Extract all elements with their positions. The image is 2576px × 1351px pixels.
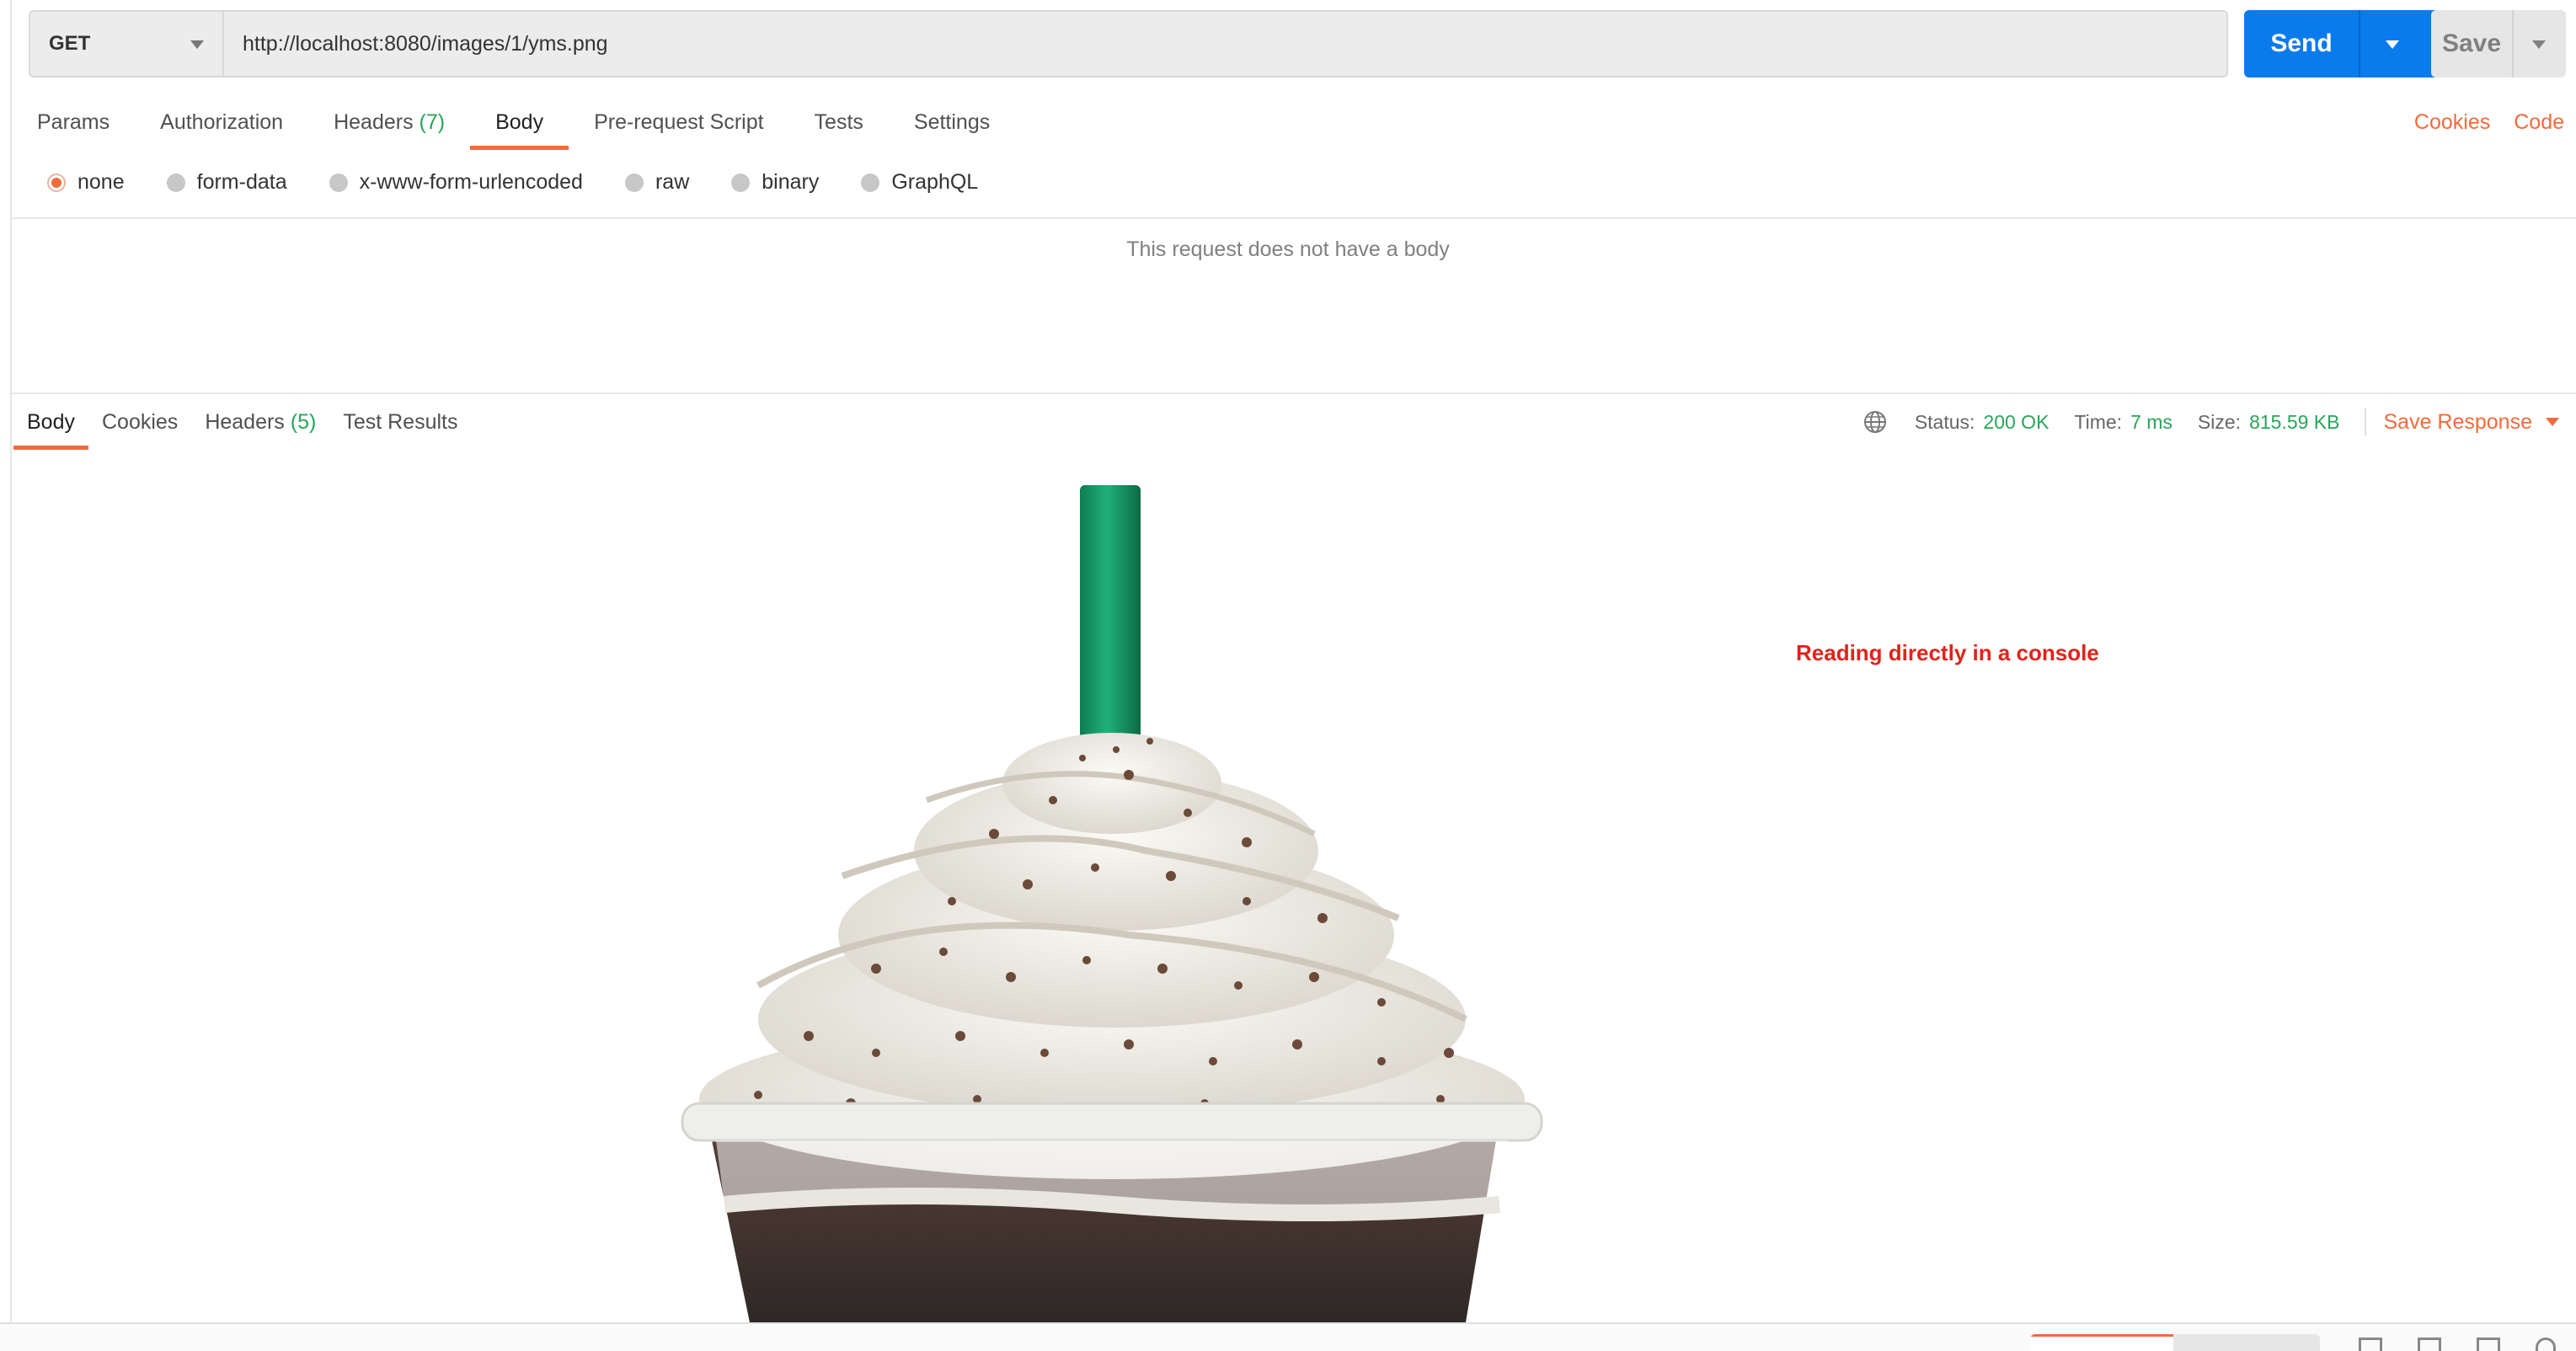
meta-separator — [2365, 408, 2367, 436]
divider — [12, 217, 2576, 219]
response-image-preview — [681, 485, 1543, 1322]
radio-binary-label: binary — [762, 170, 820, 194]
radio-unselected-icon — [624, 173, 644, 192]
response-meta: Status: 200 OK Time: 7 ms Size: 815.59 K… — [1863, 408, 2576, 436]
radio-unselected-icon — [861, 173, 880, 192]
size-value[interactable]: 815.59 KB — [2249, 411, 2339, 434]
chevron-down-icon — [190, 40, 204, 49]
radio-urlencoded[interactable]: x-www-form-urlencoded — [329, 170, 583, 195]
radio-none[interactable]: none — [47, 170, 125, 195]
bottom-status-bar — [0, 1322, 2576, 1351]
tab-headers-label: Headers — [334, 110, 414, 134]
browse-mode-tab[interactable] — [2173, 1334, 2320, 1351]
two-pane-icon[interactable] — [2418, 1338, 2441, 1351]
response-tabs: Body Cookies Headers (5) Test Results — [13, 408, 485, 450]
help-icon[interactable] — [2536, 1338, 2556, 1351]
time-label: Time: — [2074, 410, 2123, 433]
radio-form-data-label: form-data — [196, 170, 287, 194]
send-button-group: Send — [2244, 10, 2457, 77]
radio-raw-label: raw — [655, 170, 690, 194]
build-mode-tab[interactable] — [2030, 1334, 2173, 1351]
request-right-links: Cookies Code — [2414, 108, 2564, 136]
layout-icon[interactable] — [2359, 1338, 2382, 1351]
tab-prerequest-script[interactable]: Pre-request Script — [594, 108, 763, 150]
divider — [12, 392, 2576, 394]
response-tab-body-label: Body — [27, 410, 75, 434]
tab-body-label: Body — [495, 110, 544, 134]
save-response-button[interactable]: Save Response — [2383, 410, 2532, 435]
response-tab-body[interactable]: Body — [13, 408, 88, 450]
response-tab-cookies-label: Cookies — [101, 410, 179, 434]
code-link[interactable]: Code — [2514, 108, 2564, 136]
save-button[interactable]: Save — [2431, 10, 2514, 77]
no-body-message: This request does not have a body — [0, 238, 2576, 262]
radio-unselected-icon — [166, 173, 185, 192]
radio-graphql[interactable]: GraphQL — [861, 170, 978, 195]
globe-icon[interactable] — [1863, 409, 1888, 435]
left-rail — [0, 0, 12, 1351]
method-label: GET — [49, 32, 91, 55]
response-tab-headers-label: Headers — [205, 410, 285, 434]
radio-graphql-label: GraphQL — [891, 170, 979, 194]
tab-params[interactable]: Params — [37, 108, 110, 150]
tab-params-label: Params — [37, 110, 110, 134]
response-tab-cookies[interactable]: Cookies — [102, 408, 178, 450]
request-tabs: Params Authorization Headers (7) Body Pr… — [37, 108, 1040, 150]
tab-headers[interactable]: Headers (7) — [334, 108, 445, 150]
save-button-group: Save — [2431, 10, 2566, 77]
response-tab-test-results-label: Test Results — [343, 410, 458, 434]
response-tab-test-results[interactable]: Test Results — [343, 408, 457, 450]
tab-settings[interactable]: Settings — [914, 108, 990, 150]
send-button[interactable]: Send — [2244, 10, 2360, 77]
body-type-radio-group: none form-data x-www-form-urlencoded raw… — [47, 170, 1020, 195]
tab-authorization[interactable]: Authorization — [160, 108, 283, 150]
response-tab-headers[interactable]: Headers (5) — [205, 408, 316, 450]
url-value: http://localhost:8080/images/1/yms.png — [243, 31, 608, 56]
save-options-dropdown[interactable] — [2514, 10, 2566, 77]
preview-caption: Reading directly in a console — [1796, 640, 2099, 665]
time-value[interactable]: 7 ms — [2130, 411, 2172, 434]
radio-raw[interactable]: raw — [624, 170, 690, 195]
status-value[interactable]: 200 OK — [1983, 411, 2049, 434]
status-label: Status: — [1914, 410, 1975, 433]
radio-unselected-icon — [731, 173, 751, 192]
tab-authorization-label: Authorization — [160, 110, 284, 134]
chevron-down-icon[interactable] — [2546, 418, 2559, 426]
tab-body[interactable]: Body — [470, 108, 569, 150]
no-body-text: This request does not have a body — [1126, 238, 1450, 261]
radio-form-data[interactable]: form-data — [166, 170, 287, 195]
radio-binary[interactable]: binary — [731, 170, 819, 195]
build-browse-toggle[interactable] — [2030, 1334, 2320, 1351]
request-bar: GET http://localhost:8080/images/1/yms.p… — [29, 10, 2228, 77]
tab-settings-label: Settings — [913, 110, 991, 134]
keyboard-icon[interactable] — [2477, 1338, 2500, 1351]
tab-tests[interactable]: Tests — [815, 108, 863, 150]
headers-count-badge: (7) — [419, 110, 446, 134]
radio-selected-icon — [47, 173, 66, 192]
radio-none-label: none — [77, 170, 125, 194]
radio-urlencoded-label: x-www-form-urlencoded — [359, 170, 583, 194]
response-headers-count-badge: (5) — [290, 410, 317, 434]
tab-prerequest-label: Pre-request Script — [594, 110, 764, 134]
radio-unselected-icon — [329, 173, 348, 192]
size-label: Size: — [2197, 410, 2242, 433]
method-select[interactable]: GET — [29, 10, 224, 77]
url-input[interactable]: http://localhost:8080/images/1/yms.png — [224, 10, 2228, 77]
cookies-link[interactable]: Cookies — [2414, 108, 2490, 136]
tab-tests-label: Tests — [814, 110, 863, 134]
